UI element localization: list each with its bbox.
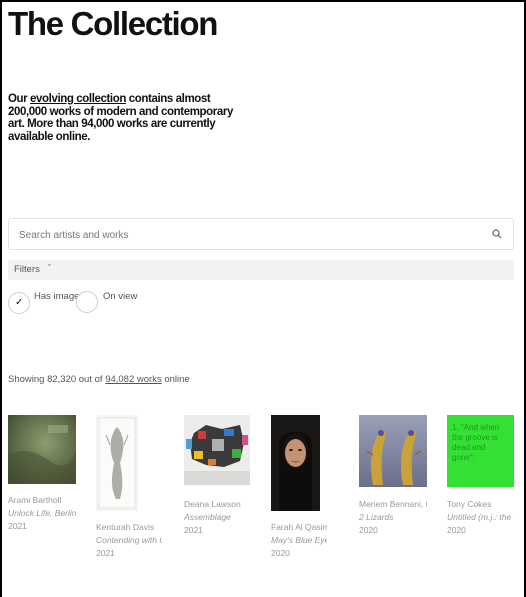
artwork-image[interactable] [96,415,138,511]
check-icon: ✓ [15,297,24,308]
results-count-end: online [161,374,190,385]
artwork-5-year: 2020 [359,525,378,535]
artwork-2-image [96,415,138,511]
artwork-4-title[interactable]: May's Blue Eye [271,534,327,547]
on-view-checkbox[interactable] [76,291,98,313]
artwork-6-title[interactable]: Untitled (m.j.: the s [447,511,514,524]
artwork-3-title[interactable]: Assemblage [184,511,254,524]
artwork-3-meta: Deana Lawson Assemblage 2021 [184,498,254,537]
intro-text: Our evolving collection contains almost … [8,93,248,143]
artwork-5-meta: Meriem Bennani, O 2 Lizards 2020 [359,498,427,537]
artwork-6-image: 1. "And when the groove is dead and gone… [447,415,514,487]
artwork-image[interactable] [8,415,76,484]
artwork-1-year: 2021 [8,521,27,531]
filters-bar[interactable]: Filters ˇ [8,260,514,280]
filters-label: Filters [14,264,40,275]
artwork-3-image [184,415,250,485]
has-image-label: Has image [34,291,80,302]
artwork-image[interactable] [271,415,320,511]
artwork-6-image-text: 1. "And when the groove is dead and gone… [452,423,500,462]
intro-text-start: Our [8,93,31,105]
artwork-6-year: 2020 [447,525,466,535]
artwork-1-title[interactable]: Unlock Life, Berlin, ( [8,507,76,520]
search-bar [8,218,514,250]
page-title: The Collection [8,5,218,42]
results-count: Showing 82,320 out of 94,082 works onlin… [8,374,190,385]
artwork-2-artist[interactable]: Kenturah Davis [96,521,162,534]
artwork-2-title[interactable]: Contending with Co [96,534,162,547]
artwork-4-artist[interactable]: Farah Al Qasimi [271,521,327,534]
artwork-4-image [271,415,320,511]
artwork-6-meta: Tony Cokes Untitled (m.j.: the s 2020 [447,498,514,537]
search-icon[interactable] [491,228,503,240]
on-view-label: On view [103,291,138,302]
artwork-1-meta: Arami Bartholl Unlock Life, Berlin, ( 20… [8,494,76,533]
artwork-2-year: 2021 [96,548,115,558]
artwork-image[interactable]: 1. "And when the groove is dead and gone… [447,415,514,487]
artwork-image[interactable] [359,415,427,487]
artwork-5-title[interactable]: 2 Lizards [359,511,427,524]
artwork-5-artist[interactable]: Meriem Bennani, O [359,498,427,511]
artwork-1-artist[interactable]: Arami Bartholl [8,494,76,507]
has-image-checkbox[interactable]: ✓ [8,292,30,314]
artwork-4-meta: Farah Al Qasimi May's Blue Eye 2020 [271,521,327,560]
evolving-collection-link[interactable]: evolving collection [30,93,126,105]
artwork-4-year: 2020 [271,548,290,558]
results-count-start: Showing 82,320 out of [8,374,106,385]
search-input[interactable] [17,225,461,245]
artwork-5-image [359,415,427,487]
artwork-1-image [8,415,76,484]
chevron-down-icon: ˇ [48,263,51,273]
artwork-3-year: 2021 [184,525,203,535]
artwork-6-artist[interactable]: Tony Cokes [447,498,514,511]
artwork-2-meta: Kenturah Davis Contending with Co 2021 [96,521,162,560]
artwork-3-artist[interactable]: Deana Lawson [184,498,254,511]
total-works-link[interactable]: 94,082 works [105,374,162,385]
artwork-image[interactable] [184,415,250,485]
